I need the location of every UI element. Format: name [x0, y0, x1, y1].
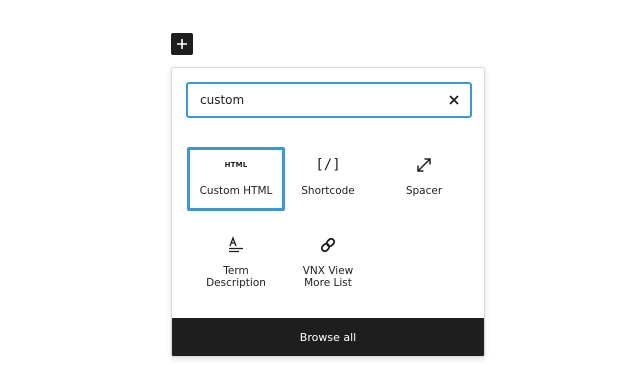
html-icon: HTML	[224, 161, 248, 169]
block-custom-html[interactable]: HTML Custom HTML	[187, 147, 285, 211]
close-icon	[449, 95, 459, 105]
block-label: Custom HTML	[199, 185, 273, 197]
browse-all-button[interactable]: Browse all	[172, 318, 484, 356]
plus-icon	[177, 39, 187, 49]
block-shortcode[interactable]: [/] Shortcode	[279, 147, 377, 211]
block-inserter-panel: HTML Custom HTML [/] Shortcode Spacer Te	[171, 67, 485, 357]
clear-search-button[interactable]	[438, 84, 470, 116]
resize-arrows-icon	[416, 153, 432, 177]
block-label: Spacer	[405, 185, 443, 197]
block-term-description[interactable]: Term Description	[187, 227, 285, 291]
search-input[interactable]	[188, 84, 438, 116]
shortcode-icon: [/]	[315, 157, 341, 173]
block-label: Shortcode	[301, 185, 355, 197]
block-spacer[interactable]: Spacer	[375, 147, 473, 211]
browse-all-label: Browse all	[299, 330, 357, 344]
block-label: Term Description	[206, 265, 266, 289]
term-description-icon	[227, 233, 245, 257]
block-inserter-toggle[interactable]	[171, 33, 193, 55]
block-label: VNX View More List	[302, 265, 354, 289]
search-box	[186, 82, 472, 118]
link-icon	[319, 233, 337, 257]
block-vnx-view-more-list[interactable]: VNX View More List	[279, 227, 377, 291]
